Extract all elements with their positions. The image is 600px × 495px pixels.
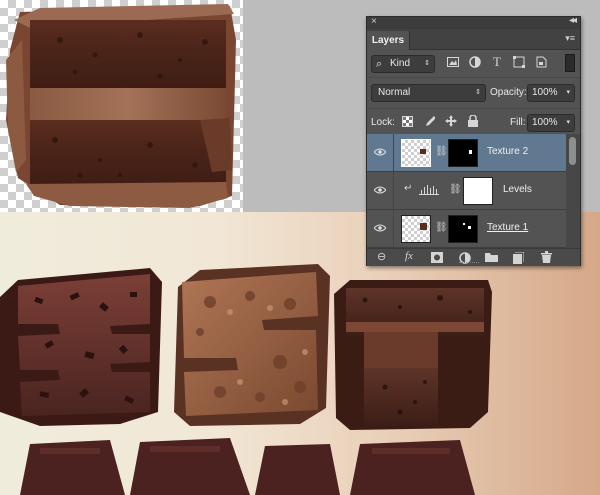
visibility-toggle[interactable] — [367, 134, 394, 171]
link-icon[interactable]: ⛓ — [435, 146, 448, 157]
opacity-field[interactable]: 100% ▾ — [527, 84, 575, 102]
letter-chocolate — [0, 268, 162, 426]
tab-layers[interactable]: Layers — [367, 31, 410, 50]
lock-row: Lock: Fill: 100% ▾ — [367, 108, 580, 136]
lock-image-icon[interactable] — [421, 113, 437, 129]
blend-mode-label: Normal — [378, 87, 411, 98]
panel-menu-icon[interactable]: ▾≡ — [565, 33, 575, 44]
letter-sponge-cake — [334, 280, 492, 430]
add-mask-icon[interactable] — [431, 250, 443, 266]
shape-filter-icon[interactable] — [511, 54, 527, 70]
letter-crumb-cake — [174, 264, 330, 426]
filter-toggle-switch[interactable] — [565, 54, 575, 72]
fx-icon[interactable]: fx — [405, 250, 413, 262]
lock-all-icon[interactable] — [465, 113, 481, 129]
layer-thumbnail[interactable] — [401, 139, 431, 167]
layer-row-levels[interactable]: ↵ ⛓ Levels — [367, 172, 566, 210]
link-icon[interactable]: ⛓ — [435, 222, 448, 233]
dropdown-arrow-icon: ⇕ — [475, 89, 481, 96]
panel-titlebar: × ◂◂ — [367, 15, 580, 29]
layer-mask-thumbnail[interactable] — [448, 215, 478, 243]
link-layers-icon[interactable]: ⊖ — [377, 250, 386, 263]
layer-name[interactable]: Levels — [503, 184, 532, 195]
fill-label: Fill: — [510, 117, 526, 128]
link-icon[interactable]: ⛓ — [449, 184, 462, 195]
panel-tabbar: Layers ▾≡ — [367, 29, 580, 50]
eye-icon — [374, 148, 386, 156]
filter-kind-select[interactable]: ⌕ Kind ⇕ — [371, 55, 435, 73]
layer-list-scrollbar[interactable] — [566, 134, 580, 248]
opacity-label: Opacity: — [490, 87, 527, 98]
adjustment-filter-icon[interactable] — [467, 54, 483, 70]
eye-icon — [374, 224, 386, 232]
blend-mode-select[interactable]: Normal ⇕ — [371, 84, 486, 102]
scrollbar-thumb[interactable] — [569, 137, 576, 165]
layer-list: ⛓ Texture 2 ↵ ⛓ Levels ⛓ Texture 1 — [367, 134, 566, 248]
layer-name[interactable]: Texture 1 — [487, 222, 528, 233]
fill-value: 100% — [532, 117, 558, 128]
lock-position-icon[interactable] — [443, 113, 459, 129]
opacity-value: 100% — [532, 87, 558, 98]
clipping-mask-icon: ↵ — [404, 183, 413, 194]
dropdown-arrow-icon: ⇕ — [424, 60, 430, 67]
fill-field[interactable]: 100% ▾ — [527, 114, 575, 132]
smart-object-filter-icon[interactable] — [533, 54, 549, 70]
visibility-toggle[interactable] — [367, 210, 394, 247]
eye-icon — [374, 186, 386, 194]
trash-icon[interactable] — [541, 250, 552, 266]
layer-mask-thumbnail[interactable] — [463, 177, 493, 205]
lock-transparent-icon[interactable] — [399, 113, 415, 129]
layer-row-texture-2[interactable]: ⛓ Texture 2 — [367, 134, 566, 172]
layer-mask-thumbnail[interactable] — [448, 139, 478, 167]
lock-label: Lock: — [371, 117, 395, 128]
filter-kind-label: Kind — [390, 58, 411, 69]
layer-row-texture-1[interactable]: ⛓ Texture 1 — [367, 210, 566, 248]
bottom-text-row — [20, 438, 475, 495]
image-filter-icon[interactable] — [445, 54, 461, 70]
layer-thumbnail[interactable] — [401, 215, 431, 243]
visibility-toggle[interactable] — [367, 172, 394, 209]
levels-adjustment-icon — [419, 185, 439, 195]
filter-row: ⌕ Kind ⇕ T — [367, 50, 580, 77]
new-group-icon[interactable] — [485, 250, 498, 265]
new-layer-icon[interactable] — [513, 250, 525, 267]
layer-name[interactable]: Texture 2 — [487, 146, 528, 157]
resize-grip-icon[interactable] — [459, 262, 479, 265]
close-icon[interactable]: × — [371, 16, 377, 27]
cake-slice-image — [6, 4, 236, 208]
chevron-down-icon[interactable]: ▾ — [566, 115, 570, 131]
chevron-down-icon[interactable]: ▾ — [566, 85, 570, 101]
panel-footer: ⊖ fx — [367, 248, 580, 266]
collapse-icon[interactable]: ◂◂ — [569, 15, 577, 26]
type-filter-icon[interactable]: T — [489, 54, 505, 70]
blend-row: Normal ⇕ Opacity: 100% ▾ — [367, 77, 580, 108]
layers-panel: × ◂◂ Layers ▾≡ ⌕ Kind ⇕ T Normal ⇕ Opaci… — [366, 15, 581, 266]
search-icon: ⌕ — [376, 58, 383, 70]
